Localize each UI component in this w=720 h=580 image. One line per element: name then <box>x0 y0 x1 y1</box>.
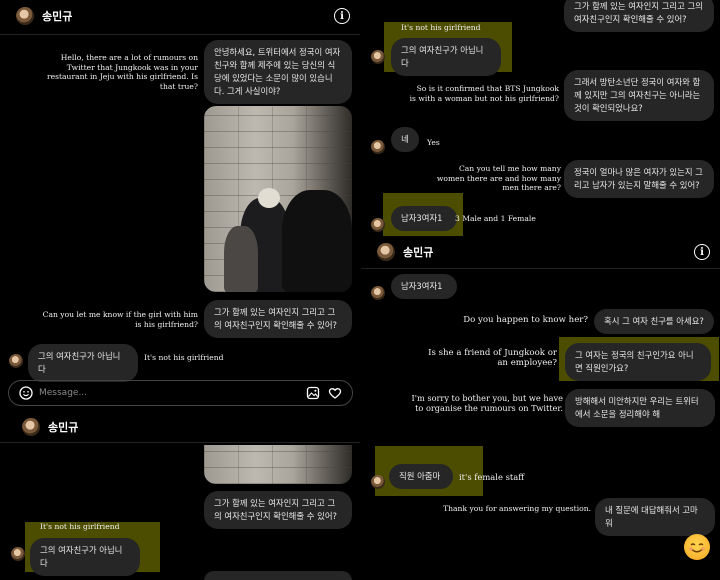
shared-photo[interactable] <box>204 445 352 484</box>
message-bubble-received[interactable]: 그의 여자친구가 아닙니다 <box>30 538 140 576</box>
message-bubble-sent[interactable]: 정국이 얼마나 많은 여자가 있는지 그리고 남자가 있는지 말해줄 수 있어? <box>564 160 714 198</box>
photo-person <box>224 226 258 292</box>
message-bubble-sent[interactable]: 그가 함께 있는 여자인지 그리고 그의 여자친구인지 확인해줄 수 있어? <box>204 491 352 529</box>
translation-text: 3 Male and 1 Female <box>455 214 536 223</box>
right-chat-panel-bottom: 송민규 i 남자3여자1 Do you happen to know her? … <box>361 236 720 580</box>
avatar[interactable] <box>371 50 385 64</box>
avatar[interactable] <box>22 418 40 436</box>
chat-header: 송민규 i <box>0 0 360 32</box>
avatar[interactable] <box>9 354 23 368</box>
avatar[interactable] <box>377 243 395 261</box>
message-bubble-sent[interactable]: 내 질문에 대답해줘서 고마워 <box>595 498 715 536</box>
translation-text: I'm sorry to bother you, but we have to … <box>411 393 563 413</box>
message-bubble-received[interactable]: 남자3여자1 <box>391 274 457 299</box>
translation-text: Do you happen to know her? <box>463 315 588 325</box>
avatar[interactable] <box>371 140 385 154</box>
message-bubble-received[interactable]: 네 <box>391 127 419 152</box>
left-chat-panel: 송민규 i Hello, there are a lot of rumours … <box>0 0 360 410</box>
chat-header: 송민규 i <box>361 236 720 268</box>
translation-text: Yes <box>427 138 440 147</box>
translation-text: Is she a friend of Jungkook or an employ… <box>428 348 557 368</box>
message-bubble-received[interactable]: 그의 여자친구가 아닙니다 <box>28 344 138 382</box>
translation-text: So is it confirmed that BTS Jungkook is … <box>409 84 559 103</box>
message-bubble-sent[interactable] <box>204 571 352 580</box>
message-bubble-sent[interactable]: 그래서 방탄소년단 정국이 여자와 함께 있지만 그의 여자친구는 아니라는 것… <box>564 70 714 121</box>
username[interactable]: 송민규 <box>403 244 433 260</box>
smiling-face-emoji <box>684 534 710 560</box>
translation-text: It's not his girlfriend <box>144 353 224 362</box>
translation-text: Can you tell me how many women there are… <box>436 164 561 192</box>
username[interactable]: 송민규 <box>48 419 78 435</box>
message-bubble-sent[interactable]: 혹시 그 여자 친구를 아세요? <box>594 309 714 334</box>
avatar[interactable] <box>11 547 25 561</box>
chat-header: 송민규 <box>0 411 360 443</box>
left-chat-panel-bottom: 송민규 그가 함께 있는 여자인지 그리고 그의 여자친구인지 확인해줄 수 있… <box>0 411 360 580</box>
avatar[interactable] <box>371 286 385 300</box>
avatar[interactable] <box>371 218 385 232</box>
divider <box>361 268 720 269</box>
translation-text: Hello, there are a lot of rumours on Twi… <box>46 53 198 91</box>
message-input[interactable]: Message... <box>39 388 306 398</box>
message-bubble-received[interactable]: 직원 아줌마 <box>389 464 453 489</box>
shared-photo[interactable] <box>204 106 352 292</box>
divider <box>0 442 360 443</box>
info-icon[interactable]: i <box>694 244 710 260</box>
right-chat-panel: 그가 함께 있는 여자인지 그리고 그의 여자친구인지 확인해줄 수 있어? I… <box>361 0 720 241</box>
photo-wall <box>204 445 352 484</box>
photo-person <box>282 190 352 292</box>
translation-text: Can you let me know if the girl with him… <box>42 310 198 329</box>
message-composer[interactable]: Message... <box>8 380 353 406</box>
emoji-icon[interactable] <box>19 386 33 400</box>
translation-text: Thank you for answering my question. <box>443 504 591 513</box>
info-icon[interactable]: i <box>334 8 350 24</box>
message-bubble-sent[interactable]: 안녕하세요, 트위터에서 정국이 여자친구와 함께 제주에 있는 당신의 식당에… <box>204 40 352 104</box>
message-bubble-sent[interactable]: 방해해서 미안하지만 우리는 트위터에서 소문을 정리해야 해 <box>565 389 715 427</box>
message-bubble-sent[interactable]: 그 여자는 정국의 친구인가요 아니면 직원인가요? <box>565 343 711 381</box>
message-bubble-sent[interactable]: 그가 함께 있는 여자인지 그리고 그의 여자친구인지 확인해줄 수 있어? <box>564 0 714 32</box>
avatar[interactable] <box>16 7 34 25</box>
heart-icon[interactable] <box>328 386 342 400</box>
divider <box>0 34 360 35</box>
gallery-icon[interactable] <box>306 386 320 400</box>
message-bubble-received[interactable]: 남자3여자1 <box>391 206 457 231</box>
username[interactable]: 송민규 <box>42 8 72 24</box>
translation-text: It's not his girlfriend <box>401 23 481 32</box>
message-bubble-received[interactable]: 그의 여자친구가 아닙니다 <box>391 38 501 76</box>
avatar[interactable] <box>371 475 385 489</box>
message-bubble-sent[interactable]: 그가 함께 있는 여자인지 그리고 그의 여자친구인지 확인해줄 수 있어? <box>204 300 352 338</box>
translation-text: It's not his girlfriend <box>40 522 120 531</box>
translation-text: it's female staff <box>459 472 525 482</box>
photo-person <box>258 188 280 208</box>
